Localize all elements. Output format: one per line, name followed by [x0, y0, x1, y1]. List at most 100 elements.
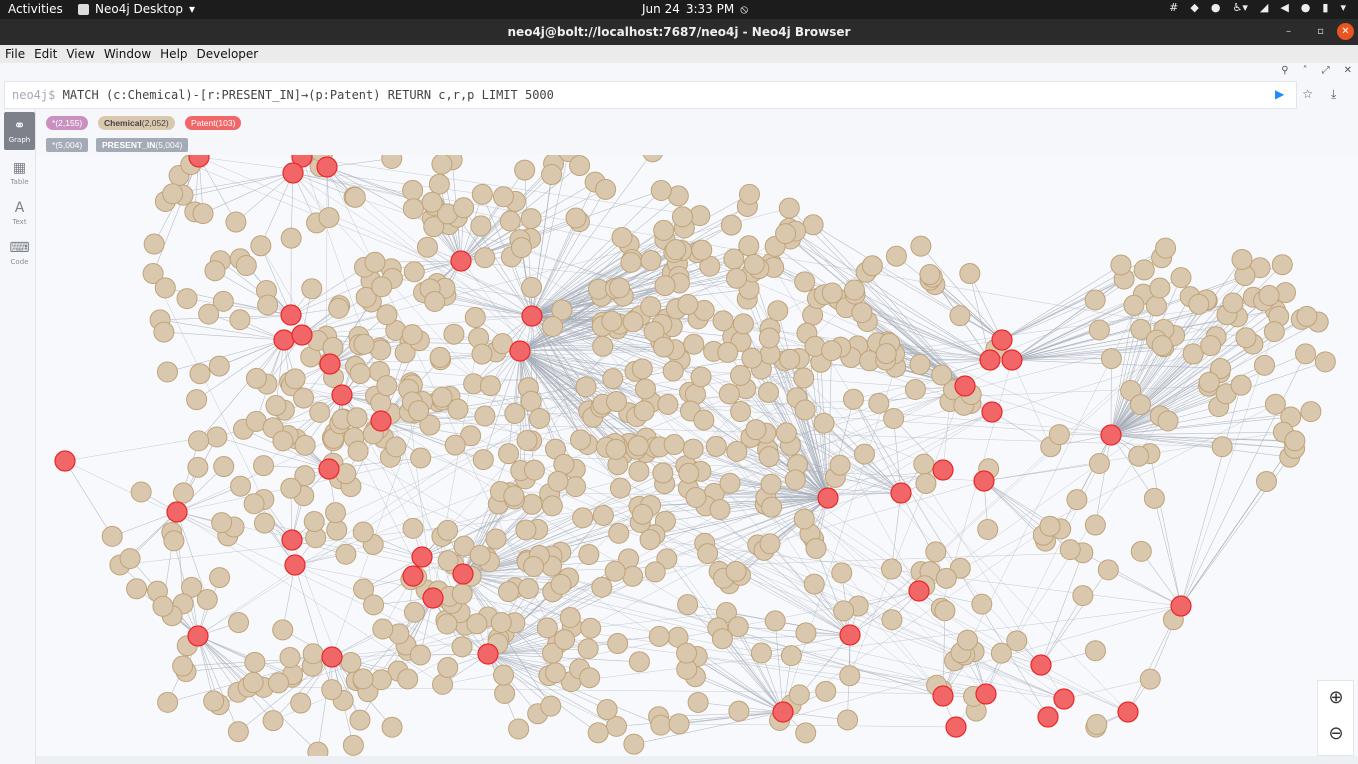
maximize-button[interactable]: ▫	[1312, 23, 1329, 40]
chemical-node[interactable]	[280, 477, 302, 499]
chemical-node[interactable]	[712, 310, 734, 332]
chemical-node[interactable]	[607, 633, 629, 655]
chemical-node[interactable]	[1295, 343, 1317, 365]
chemical-node[interactable]	[130, 481, 152, 503]
chemical-node[interactable]	[429, 346, 451, 368]
chemical-node[interactable]	[653, 219, 675, 241]
chemical-node[interactable]	[203, 690, 225, 712]
chemical-node[interactable]	[401, 324, 423, 346]
chemical-node[interactable]	[1039, 515, 1061, 537]
chemical-node[interactable]	[565, 476, 587, 498]
chemical-node[interactable]	[324, 502, 346, 524]
collapse-icon[interactable]: ˄	[1303, 65, 1308, 76]
chemical-node[interactable]	[431, 155, 453, 175]
chemical-node[interactable]	[842, 388, 864, 410]
patent-node[interactable]	[1030, 654, 1052, 676]
chemical-node[interactable]	[601, 310, 623, 332]
patent-node[interactable]	[422, 587, 444, 609]
activities-button[interactable]: Activities	[8, 2, 63, 16]
chemical-node[interactable]	[302, 643, 324, 665]
chemical-node[interactable]	[453, 197, 475, 219]
chemical-node[interactable]	[244, 651, 266, 673]
chemical-node[interactable]	[565, 207, 587, 229]
chemical-node[interactable]	[154, 277, 176, 299]
chemical-node[interactable]	[730, 364, 752, 386]
chemical-node[interactable]	[622, 311, 644, 333]
chemical-node[interactable]	[803, 573, 825, 595]
chemical-node[interactable]	[431, 386, 453, 408]
chemical-node[interactable]	[515, 519, 537, 541]
chemical-node[interactable]	[352, 668, 374, 690]
chemical-node[interactable]	[1130, 540, 1152, 562]
chemical-node[interactable]	[372, 618, 394, 640]
chemical-node[interactable]	[1258, 285, 1280, 307]
chemical-node[interactable]	[640, 249, 662, 271]
view-graph-button[interactable]: ⚭ Graph	[4, 112, 35, 150]
chemical-node[interactable]	[732, 313, 754, 335]
chemical-node[interactable]	[738, 183, 760, 205]
chemical-node[interactable]	[910, 235, 932, 257]
chemical-node[interactable]	[101, 525, 123, 547]
chemical-node[interactable]	[272, 619, 294, 641]
patent-node[interactable]	[477, 643, 499, 665]
chemical-node[interactable]	[640, 296, 662, 318]
chemical-node[interactable]	[550, 573, 572, 595]
chemical-node[interactable]	[650, 180, 672, 202]
menu-developer[interactable]: Developer	[197, 47, 259, 61]
chemical-node[interactable]	[1100, 348, 1122, 370]
chemical-node[interactable]	[189, 363, 211, 385]
patent-node[interactable]	[331, 384, 353, 406]
chemical-node[interactable]	[604, 560, 626, 582]
chemical-node[interactable]	[126, 578, 148, 600]
chemical-node[interactable]	[881, 609, 903, 631]
chemical-node[interactable]	[956, 629, 978, 651]
patent-node[interactable]	[54, 450, 76, 472]
chemical-node[interactable]	[767, 300, 789, 322]
patent-node[interactable]	[452, 563, 474, 585]
chemical-node[interactable]	[253, 512, 275, 534]
chemical-node[interactable]	[778, 197, 800, 219]
chemical-node[interactable]	[1157, 410, 1179, 432]
patent-node[interactable]	[1053, 688, 1075, 710]
chemical-node[interactable]	[437, 519, 459, 541]
chemical-node[interactable]	[335, 543, 357, 565]
chemical-node[interactable]	[541, 495, 563, 517]
patent-node[interactable]	[839, 624, 861, 646]
chemical-node[interactable]	[949, 305, 971, 327]
chemical-node[interactable]	[280, 227, 302, 249]
chemical-node[interactable]	[381, 155, 403, 169]
chemical-node[interactable]	[153, 321, 175, 343]
chemical-node[interactable]	[837, 709, 859, 731]
chemical-node[interactable]	[925, 541, 947, 563]
chemical-node[interactable]	[628, 651, 650, 673]
patent-node[interactable]	[817, 487, 839, 509]
chemical-node[interactable]	[469, 544, 491, 566]
chemical-node[interactable]	[1145, 295, 1167, 317]
chemical-node[interactable]	[471, 183, 493, 205]
chemical-node[interactable]	[652, 462, 674, 484]
graph-canvas[interactable]	[36, 155, 1358, 756]
chemical-node[interactable]	[514, 159, 536, 181]
chemical-node[interactable]	[813, 412, 835, 434]
menu-window[interactable]: Window	[104, 47, 151, 61]
chemical-node[interactable]	[631, 358, 653, 380]
legend-all-nodes[interactable]: *(2,155)	[46, 116, 89, 130]
chemical-node[interactable]	[759, 533, 781, 555]
patent-node[interactable]	[291, 324, 313, 346]
chemical-node[interactable]	[545, 662, 567, 684]
patent-node[interactable]	[281, 529, 303, 551]
patent-node[interactable]	[991, 329, 1013, 351]
chemical-node[interactable]	[883, 408, 905, 430]
chemical-node[interactable]	[499, 210, 521, 232]
chemical-node[interactable]	[904, 378, 926, 400]
chemical-node[interactable]	[678, 462, 700, 484]
chemical-node[interactable]	[935, 567, 957, 589]
chemical-node[interactable]	[301, 278, 323, 300]
chemical-node[interactable]	[690, 366, 712, 388]
chemical-node[interactable]	[697, 543, 719, 565]
chemical-node[interactable]	[370, 669, 392, 691]
chemical-node[interactable]	[485, 528, 507, 550]
chemical-node[interactable]	[293, 387, 315, 409]
chemical-node[interactable]	[494, 682, 516, 704]
chemical-node[interactable]	[779, 348, 801, 370]
